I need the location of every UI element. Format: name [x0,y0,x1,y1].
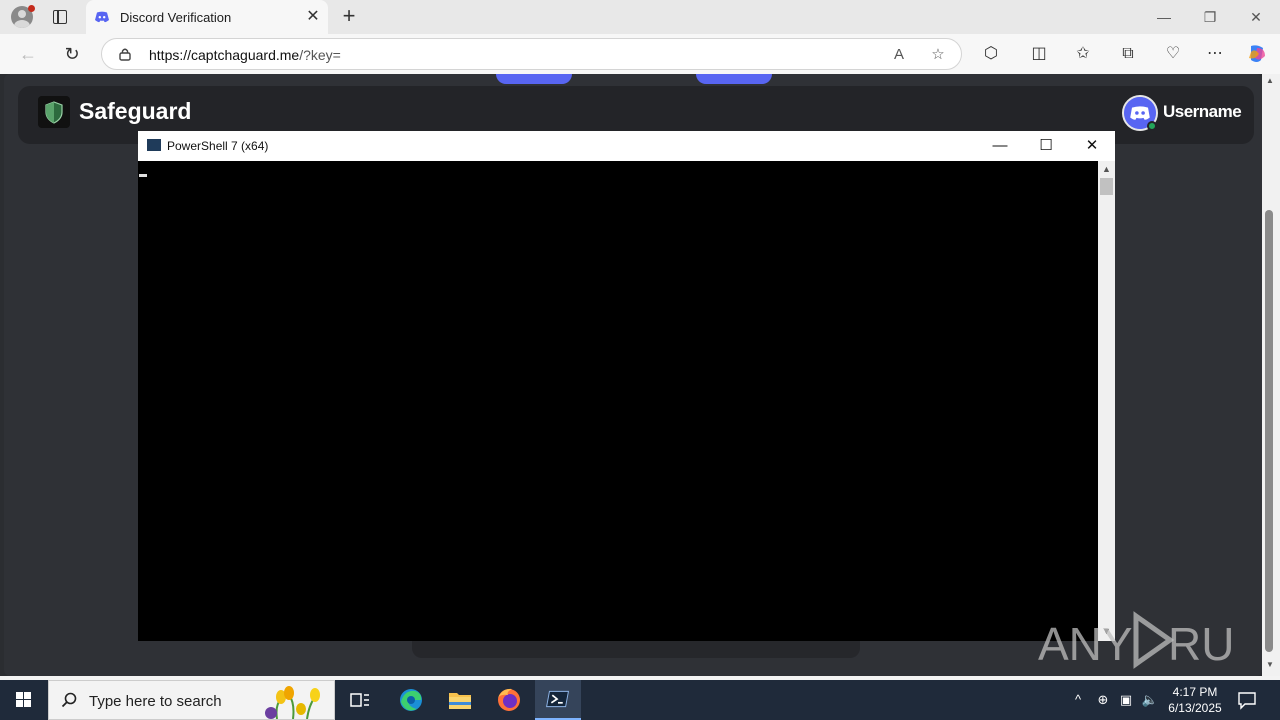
taskbar-clock[interactable]: 4:17 PM 6/13/2025 [1164,684,1226,716]
powershell-minimize-button[interactable]: — [985,135,1015,157]
favorites-icon[interactable]: ✩ [1071,42,1095,66]
split-screen-icon[interactable]: ◫ [1027,42,1051,66]
notification-center-icon[interactable] [1236,690,1258,710]
taskbar-search-box[interactable]: Type here to search [48,680,335,720]
more-menu-icon[interactable]: ⋯ [1203,42,1227,66]
clock-time: 4:17 PM [1172,685,1218,699]
console-cursor [139,174,147,177]
online-status-dot [1147,121,1157,131]
powershell-icon [147,139,161,151]
tab-title: Discord Verification [120,10,232,25]
powershell-window[interactable]: PowerShell 7 (x64) — ☐ ✕ ▲ ▼ [138,131,1115,641]
scroll-up-arrow-icon[interactable]: ▲ [1265,76,1275,86]
browser-minimize-icon[interactable]: — [1153,6,1175,28]
extensions-icon[interactable]: ⬡ [979,42,1003,66]
windows-taskbar: Type here to search ^ ⊕ ▣ 🔈 4:17 PM 6/13… [0,680,1280,720]
watermark-text-left: ANY [1038,618,1133,670]
url-text[interactable]: https://captchaguard.me/?key= [149,47,341,63]
powershell-scrollbar[interactable]: ▲ ▼ [1098,161,1115,641]
collections-icon[interactable]: ⧉ [1116,42,1140,66]
file-explorer-icon[interactable] [437,680,483,720]
scrollbar-thumb[interactable] [1265,210,1273,652]
powershell-maximize-button[interactable]: ☐ [1031,135,1061,157]
browser-essentials-icon[interactable]: ♡ [1161,42,1185,66]
discord-decoration-right [696,74,772,84]
url-path: /?key= [299,47,341,63]
favorite-star-icon[interactable]: ☆ [927,44,949,66]
volume-icon[interactable]: 🔈 [1140,690,1160,710]
tab-discord-verification[interactable]: Discord Verification ✕ [86,0,328,34]
powershell-title-bar[interactable]: PowerShell 7 (x64) — ☐ ✕ [138,131,1115,161]
powershell-console[interactable] [138,161,1098,641]
search-highlight-tulips-icon [265,686,320,719]
discord-decoration-left [496,74,572,84]
search-placeholder: Type here to search [89,693,222,710]
show-hidden-icons-chevron-icon[interactable]: ^ [1068,690,1088,710]
profile-notification-dot [28,5,35,12]
back-arrow-icon[interactable]: ← [16,42,40,66]
console-scroll-up-icon[interactable]: ▲ [1101,164,1112,175]
edge-browser-icon[interactable] [388,680,434,720]
browser-tab-strip: Discord Verification ✕ + — ❐ ✕ [0,0,1280,34]
shield-logo-icon [38,96,70,128]
task-view-icon[interactable] [337,680,383,720]
discord-favicon-icon [95,11,109,23]
browser-close-icon[interactable]: ✕ [1245,6,1267,28]
lock-icon[interactable] [119,47,131,61]
scroll-down-arrow-icon[interactable]: ▼ [1265,660,1275,670]
windows-start-icon[interactable] [0,680,48,720]
verification-card-edge [412,640,860,658]
firefox-icon[interactable] [486,680,532,720]
watermark-text-right: RUN [1168,618,1234,670]
username-label: Username [1163,102,1242,121]
tab-close-icon[interactable]: ✕ [304,8,322,26]
browser-toolbar: ← ↻ https://captchaguard.me/?key= A ☆ ⬡ … [0,34,1280,74]
clock-date: 6/13/2025 [1168,701,1222,715]
powershell-close-button[interactable]: ✕ [1077,135,1107,157]
anyrun-watermark: ANY RUN [1038,611,1234,670]
page-scrollbar[interactable]: ▲ ▼ [1262,74,1280,676]
browser-restore-icon[interactable]: ❐ [1199,6,1221,28]
device-status-icon[interactable]: ⊕ [1093,690,1113,710]
search-icon [61,692,77,708]
brand-title: Safeguard [79,98,192,124]
network-icon[interactable]: ▣ [1116,690,1136,710]
url-host: https://captchaguard.me [149,47,300,63]
read-aloud-icon[interactable]: A [888,44,910,66]
new-tab-button[interactable]: + [338,5,360,27]
powershell-taskbar-icon[interactable] [535,680,581,720]
console-scroll-thumb[interactable] [1100,178,1113,195]
copilot-icon[interactable] [1245,42,1269,66]
powershell-title: PowerShell 7 (x64) [167,139,269,153]
refresh-icon[interactable]: ↻ [60,42,84,66]
address-bar[interactable]: https://captchaguard.me/?key= A ☆ [101,38,962,70]
tab-actions-icon[interactable] [53,10,67,24]
